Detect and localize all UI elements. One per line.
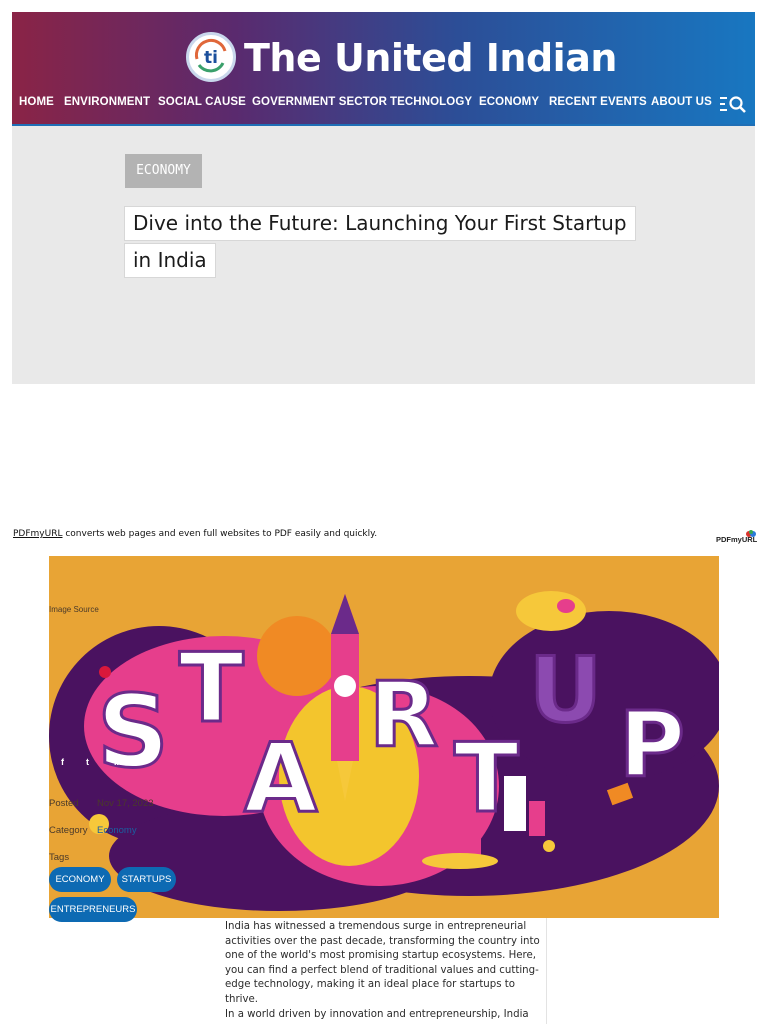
hero-banner: ECONOMY Dive into the Future: Launching … xyxy=(12,126,755,384)
nav-environment[interactable]: ENVIRONMENT xyxy=(64,96,150,108)
article-body: India has witnessed a tremendous surge i… xyxy=(225,920,543,1022)
article-paragraph: In a world driven by innovation and entr… xyxy=(225,1008,529,1020)
site-title[interactable]: The United Indian xyxy=(244,32,617,84)
pdf-notice-text: converts web pages and even full website… xyxy=(62,529,378,539)
menu-search-icon[interactable] xyxy=(720,94,748,114)
article-paragraph: India has witnessed a tremendous surge i… xyxy=(225,921,540,1005)
svg-text:P: P xyxy=(619,693,685,798)
svg-text:T: T xyxy=(179,634,244,744)
tag-entrepreneurs[interactable]: ENTREPRENEURS xyxy=(49,897,137,922)
article-title-line-2: in India xyxy=(124,243,216,278)
article-title-line-1: Dive into the Future: Launching Your Fir… xyxy=(124,206,636,241)
posted-label: Posted xyxy=(49,798,79,809)
tags-label: Tags xyxy=(49,852,70,863)
pdfmyurl-link[interactable]: PDFmyURL xyxy=(13,529,62,539)
startup-illustration: S T A R T U P xyxy=(49,591,719,911)
nav-recent-events[interactable]: RECENT EVENTS xyxy=(549,96,647,108)
svg-text:S: S xyxy=(97,673,169,790)
brand[interactable]: ti The United Indian xyxy=(12,32,755,96)
nav-about-us[interactable]: ABOUT US xyxy=(651,96,712,108)
tag-startups[interactable]: STARTUPS xyxy=(117,867,176,892)
nav-technology[interactable]: TECHNOLOGY xyxy=(390,96,472,108)
pdfmyurl-logo[interactable]: PDFmyURL xyxy=(716,530,758,544)
featured-image: S T A R T U P xyxy=(49,556,719,918)
nav-home[interactable]: HOME xyxy=(19,96,54,108)
svg-text:PDFmyURL: PDFmyURL xyxy=(716,535,758,544)
facebook-icon[interactable]: f xyxy=(61,757,64,767)
logo-mark-icon: ti xyxy=(193,38,229,75)
nav-government-sector[interactable]: GOVERNMENT SECTOR xyxy=(252,96,387,108)
svg-text:A: A xyxy=(244,724,318,834)
image-source-label: Image Source xyxy=(49,605,99,614)
svg-text:U: U xyxy=(529,638,602,743)
svg-text:R: R xyxy=(369,663,438,768)
main-nav: HOME ENVIRONMENT SOCIAL CAUSE GOVERNMENT… xyxy=(12,92,755,116)
twitter-icon[interactable]: t xyxy=(86,757,89,767)
nav-social-cause[interactable]: SOCIAL CAUSE xyxy=(158,96,246,108)
svg-text:ti: ti xyxy=(204,48,218,68)
pdf-notice: PDFmyURL converts web pages and even ful… xyxy=(13,529,377,539)
category-badge[interactable]: ECONOMY xyxy=(125,154,202,188)
tag-economy[interactable]: ECONOMY xyxy=(49,867,111,892)
category-link[interactable]: Economy xyxy=(97,825,137,836)
category-label: Category xyxy=(49,825,88,836)
site-header: ti The United Indian HOME ENVIRONMENT SO… xyxy=(12,12,755,126)
posted-date: Nov 17, 2023 xyxy=(97,798,154,809)
article-divider xyxy=(546,918,547,1024)
linkedin-icon[interactable]: in xyxy=(114,757,122,767)
nav-economy[interactable]: ECONOMY xyxy=(479,96,539,108)
site-logo[interactable]: ti xyxy=(186,32,236,82)
